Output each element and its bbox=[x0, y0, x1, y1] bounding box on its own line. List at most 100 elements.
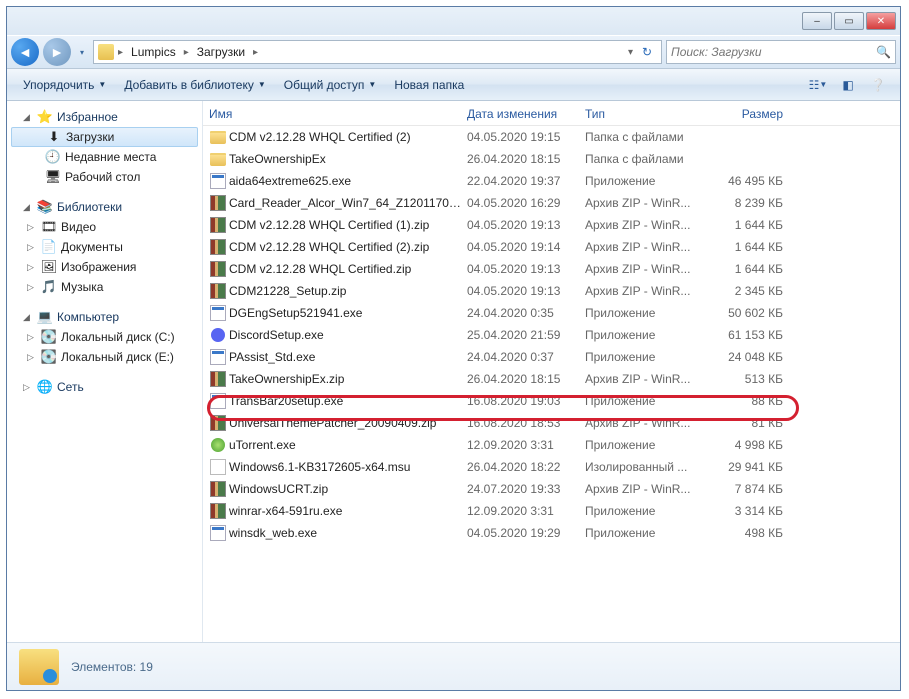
file-name: CDM v2.12.28 WHQL Certified.zip bbox=[229, 262, 467, 276]
sidebar-item[interactable]: ⬇Загрузки bbox=[11, 127, 198, 147]
sidebar-item[interactable]: ▷💽Локальный диск (C:) bbox=[7, 327, 202, 347]
file-row[interactable]: DGEngSetup521941.exe24.04.2020 0:35Прило… bbox=[203, 302, 900, 324]
minimize-button[interactable]: – bbox=[802, 12, 832, 30]
network-group[interactable]: ▷🌐Сеть bbox=[7, 377, 202, 397]
add-to-library-button[interactable]: Добавить в библиотеку▼ bbox=[116, 74, 273, 96]
column-size[interactable]: Размер bbox=[703, 107, 803, 121]
sidebar-item[interactable]: 🕘 Недавние места bbox=[7, 147, 202, 167]
file-row[interactable]: PAssist_Std.exe24.04.2020 0:37Приложение… bbox=[203, 346, 900, 368]
file-name: CDM21228_Setup.zip bbox=[229, 284, 467, 298]
file-type: Архив ZIP - WinR... bbox=[585, 196, 703, 210]
new-folder-button[interactable]: Новая папка bbox=[386, 74, 472, 96]
file-list: Имя Дата изменения Тип Размер CDM v2.12.… bbox=[203, 101, 900, 642]
file-type: Изолированный ... bbox=[585, 460, 703, 474]
computer-group[interactable]: ◢💻Компьютер bbox=[7, 307, 202, 327]
file-type: Приложение bbox=[585, 526, 703, 540]
preview-pane-button[interactable]: ◧ bbox=[834, 73, 862, 97]
sidebar-item[interactable]: ▷🎞Видео bbox=[7, 217, 202, 237]
file-row[interactable]: CDM v2.12.28 WHQL Certified (2)04.05.202… bbox=[203, 126, 900, 148]
favorites-group[interactable]: ◢⭐Избранное bbox=[7, 107, 202, 127]
expand-icon[interactable]: ▷ bbox=[27, 282, 37, 293]
file-size: 8 239 КБ bbox=[703, 196, 803, 210]
file-row[interactable]: winsdk_web.exe04.05.2020 19:29Приложение… bbox=[203, 522, 900, 544]
chevron-right-icon[interactable]: ▸ bbox=[253, 47, 258, 58]
sidebar-item[interactable]: ▷🖼Изображения bbox=[7, 257, 202, 277]
file-size: 24 048 КБ bbox=[703, 350, 803, 364]
file-row[interactable]: Windows6.1-KB3172605-x64.msu26.04.2020 1… bbox=[203, 456, 900, 478]
expand-icon[interactable]: ▷ bbox=[27, 242, 37, 253]
file-date: 04.05.2020 19:13 bbox=[467, 218, 585, 232]
file-icon bbox=[209, 349, 227, 365]
file-row[interactable]: DiscordSetup.exe25.04.2020 21:59Приложен… bbox=[203, 324, 900, 346]
file-size: 61 153 КБ bbox=[703, 328, 803, 342]
column-name[interactable]: Имя bbox=[209, 107, 467, 121]
file-icon bbox=[209, 525, 227, 541]
share-button[interactable]: Общий доступ▼ bbox=[276, 74, 385, 96]
file-size: 4 998 КБ bbox=[703, 438, 803, 452]
address-bar[interactable]: ▸ Lumpics ▸ Загрузки ▸ ▾ ↻ bbox=[93, 40, 662, 64]
item-icon: 🕘 bbox=[45, 149, 61, 165]
expand-icon[interactable]: ▷ bbox=[27, 352, 37, 363]
status-bar: Элементов: 19 bbox=[7, 642, 900, 690]
search-input[interactable] bbox=[671, 45, 872, 59]
file-date: 04.05.2020 19:29 bbox=[467, 526, 585, 540]
file-row[interactable]: CDM v2.12.28 WHQL Certified (2).zip04.05… bbox=[203, 236, 900, 258]
column-type[interactable]: Тип bbox=[585, 107, 703, 121]
item-icon: 🖥 bbox=[45, 169, 61, 185]
back-button[interactable]: ◄ bbox=[11, 38, 39, 66]
refresh-button[interactable]: ↻ bbox=[637, 45, 657, 59]
library-icon: 📚 bbox=[37, 199, 53, 215]
chevron-right-icon[interactable]: ▸ bbox=[184, 47, 189, 58]
maximize-button[interactable]: ▭ bbox=[834, 12, 864, 30]
help-button[interactable]: ❔ bbox=[864, 73, 892, 97]
file-row[interactable]: TakeOwnershipEx26.04.2020 18:15Папка с ф… bbox=[203, 148, 900, 170]
organize-button[interactable]: Упорядочить▼ bbox=[15, 74, 114, 96]
close-button[interactable]: ✕ bbox=[866, 12, 896, 30]
item-icon: ⬇ bbox=[46, 129, 62, 145]
file-row[interactable]: Card_Reader_Alcor_Win7_64_Z120117084...0… bbox=[203, 192, 900, 214]
sidebar-item-label: Недавние места bbox=[65, 150, 156, 164]
file-name: DiscordSetup.exe bbox=[229, 328, 467, 342]
sidebar-item[interactable]: ▷🎵Музыка bbox=[7, 277, 202, 297]
breadcrumb-item[interactable]: Lumpics bbox=[127, 43, 180, 61]
file-row[interactable]: TakeOwnershipEx.zip26.04.2020 18:15Архив… bbox=[203, 368, 900, 390]
sidebar-item-label: Локальный диск (C:) bbox=[61, 330, 175, 344]
breadcrumb-item[interactable]: Загрузки bbox=[193, 43, 249, 61]
file-date: 12.09.2020 3:31 bbox=[467, 504, 585, 518]
file-row[interactable]: winrar-x64-591ru.exe12.09.2020 3:31Прило… bbox=[203, 500, 900, 522]
titlebar: – ▭ ✕ bbox=[7, 7, 900, 35]
history-dropdown[interactable]: ▾ bbox=[75, 38, 89, 66]
file-icon bbox=[209, 481, 227, 497]
column-headers: Имя Дата изменения Тип Размер bbox=[203, 101, 900, 126]
libraries-group[interactable]: ◢📚Библиотеки bbox=[7, 197, 202, 217]
forward-button[interactable]: ► bbox=[43, 38, 71, 66]
toolbar: Упорядочить▼ Добавить в библиотеку▼ Общи… bbox=[7, 69, 900, 101]
file-row[interactable]: UniversalThemePatcher_20090409.zip16.08.… bbox=[203, 412, 900, 434]
sidebar-item[interactable]: ▷💽Локальный диск (E:) bbox=[7, 347, 202, 367]
file-date: 16.08.2020 19:03 bbox=[467, 394, 585, 408]
file-row[interactable]: aida64extreme625.exe22.04.2020 19:37Прил… bbox=[203, 170, 900, 192]
file-type: Папка с файлами bbox=[585, 152, 703, 166]
view-options-button[interactable]: ☷ ▼ bbox=[804, 73, 832, 97]
expand-icon[interactable]: ▷ bbox=[27, 332, 37, 343]
expand-icon[interactable]: ▷ bbox=[27, 222, 37, 233]
column-date[interactable]: Дата изменения bbox=[467, 107, 585, 121]
file-icon bbox=[209, 459, 227, 475]
file-name: Card_Reader_Alcor_Win7_64_Z120117084... bbox=[229, 196, 467, 210]
expand-icon[interactable]: ▷ bbox=[27, 262, 37, 273]
file-row[interactable]: TransBar20setup.exe16.08.2020 19:03Прило… bbox=[203, 390, 900, 412]
file-row[interactable]: CDM v2.12.28 WHQL Certified.zip04.05.202… bbox=[203, 258, 900, 280]
file-type: Приложение bbox=[585, 350, 703, 364]
file-row[interactable]: CDM21228_Setup.zip04.05.2020 19:13Архив … bbox=[203, 280, 900, 302]
file-row[interactable]: CDM v2.12.28 WHQL Certified (1).zip04.05… bbox=[203, 214, 900, 236]
file-type: Приложение bbox=[585, 306, 703, 320]
file-row[interactable]: uTorrent.exe12.09.2020 3:31Приложение4 9… bbox=[203, 434, 900, 456]
search-box[interactable]: 🔍 bbox=[666, 40, 896, 64]
chevron-right-icon[interactable]: ▸ bbox=[118, 47, 123, 58]
sidebar-item[interactable]: 🖥Рабочий стол bbox=[7, 167, 202, 187]
file-type: Приложение bbox=[585, 394, 703, 408]
chevron-down-icon[interactable]: ▾ bbox=[628, 47, 633, 58]
search-icon[interactable]: 🔍 bbox=[876, 45, 891, 59]
file-row[interactable]: WindowsUCRT.zip24.07.2020 19:33Архив ZIP… bbox=[203, 478, 900, 500]
sidebar-item[interactable]: ▷📄Документы bbox=[7, 237, 202, 257]
